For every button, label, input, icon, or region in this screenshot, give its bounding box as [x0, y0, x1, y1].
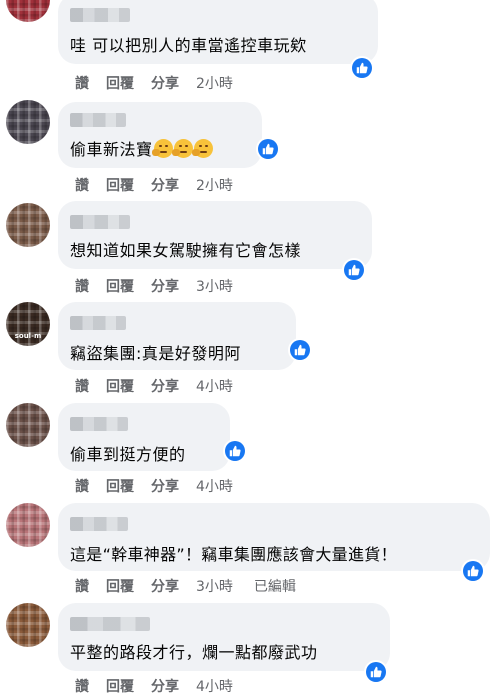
reply-link[interactable]: 回覆	[106, 73, 134, 93]
read-link[interactable]: 讚	[75, 376, 89, 396]
commenter-name[interactable]	[70, 8, 130, 22]
comment-text: 哇 可以把別人的車當遙控車玩欸	[70, 36, 307, 55]
avatar[interactable]	[6, 403, 50, 447]
commenter-name[interactable]	[70, 316, 126, 330]
comment-timestamp[interactable]: 2小時	[196, 175, 233, 195]
thumbs-up-icon	[352, 58, 372, 78]
thumbs-up-icon	[366, 662, 386, 682]
commenter-name[interactable]	[70, 215, 130, 229]
avatar-label: soul-m	[14, 332, 42, 340]
reply-link[interactable]: 回覆	[106, 576, 134, 596]
read-link[interactable]: 讚	[75, 276, 89, 296]
reply-link[interactable]: 回覆	[106, 476, 134, 496]
comment-text: 偷車新法寶	[70, 136, 213, 160]
like-reaction-badge[interactable]	[256, 137, 280, 161]
like-reaction-badge[interactable]	[364, 660, 388, 684]
share-link[interactable]: 分享	[151, 576, 179, 596]
thumbs-up-icon	[290, 340, 310, 360]
read-link[interactable]: 讚	[75, 73, 89, 93]
comment-actions: 讚回覆 分享 3小時	[75, 276, 250, 296]
read-link[interactable]: 讚	[75, 576, 89, 596]
comment-actions: 讚回覆 分享 4小時	[75, 376, 250, 396]
thumbs-up-icon	[225, 441, 245, 461]
read-link[interactable]: 讚	[75, 676, 89, 696]
thinking-face-icon	[191, 139, 213, 158]
comment-actions: 讚回覆 分享 2小時	[75, 73, 250, 93]
share-link[interactable]: 分享	[151, 676, 179, 696]
comment-timestamp[interactable]: 3小時	[196, 276, 233, 296]
like-reaction-badge[interactable]	[223, 439, 247, 463]
comment-actions: 讚回覆 分享 2小時	[75, 175, 250, 195]
thinking-face-icon	[151, 139, 173, 158]
avatar[interactable]: soul-m	[6, 302, 50, 346]
comment-bubble: 平整的路段才行，爛一點都廢武功	[58, 603, 390, 671]
read-link[interactable]: 讚	[75, 476, 89, 496]
like-reaction-badge[interactable]	[342, 258, 366, 282]
reply-link[interactable]: 回覆	[106, 376, 134, 396]
comment-timestamp[interactable]: 4小時	[196, 676, 233, 696]
avatar[interactable]	[6, 0, 50, 22]
reply-link[interactable]: 回覆	[106, 276, 134, 296]
share-link[interactable]: 分享	[151, 175, 179, 195]
comment-timestamp[interactable]: 2小時	[196, 73, 233, 93]
comment-bubble: 偷車新法寶	[58, 102, 262, 168]
comment-text: 竊盜集團:真是好發明阿	[70, 344, 241, 363]
like-reaction-badge[interactable]	[350, 56, 374, 80]
thinking-face-icon	[171, 139, 193, 158]
comment-bubble: 哇 可以把別人的車當遙控車玩欸	[58, 0, 378, 64]
commenter-name[interactable]	[70, 113, 126, 127]
comment-actions: 讚回覆 分享 4小時	[75, 676, 250, 696]
share-link[interactable]: 分享	[151, 476, 179, 496]
comment-timestamp[interactable]: 4小時	[196, 376, 233, 396]
comment-text: 偷車到挺方便的	[70, 445, 186, 464]
reply-link[interactable]: 回覆	[106, 175, 134, 195]
comment-timestamp[interactable]: 3小時	[196, 576, 233, 596]
comment-text: 想知道如果女駕駛擁有它會怎樣	[70, 241, 302, 260]
read-link[interactable]: 讚	[75, 175, 89, 195]
comment-bubble: 想知道如果女駕駛擁有它會怎樣	[58, 201, 372, 269]
comment-text-label: 偷車新法寶	[70, 140, 153, 159]
comment-text: 這是“幹車神器”！竊車集團應該會大量進貨！	[70, 545, 397, 564]
commenter-name[interactable]	[70, 517, 128, 531]
comment-bubble: 這是“幹車神器”！竊車集團應該會大量進貨！	[58, 503, 490, 571]
commenter-name[interactable]	[70, 417, 128, 431]
thumbs-up-icon	[463, 561, 483, 581]
comment-bubble: 偷車到挺方便的	[58, 403, 230, 471]
avatar[interactable]	[6, 503, 50, 547]
avatar[interactable]	[6, 603, 50, 647]
commenter-name[interactable]	[70, 617, 150, 631]
edited-label[interactable]: 已編輯	[254, 576, 296, 596]
share-link[interactable]: 分享	[151, 73, 179, 93]
comment-actions: 讚回覆 分享 4小時	[75, 476, 250, 496]
like-reaction-badge[interactable]	[288, 338, 312, 362]
share-link[interactable]: 分享	[151, 376, 179, 396]
thumbs-up-icon	[344, 260, 364, 280]
share-link[interactable]: 分享	[151, 276, 179, 296]
avatar[interactable]	[6, 100, 50, 144]
comment-actions: 讚回覆 分享 3小時 已編輯	[75, 576, 313, 596]
reply-link[interactable]: 回覆	[106, 676, 134, 696]
like-reaction-badge[interactable]	[461, 559, 485, 583]
avatar[interactable]	[6, 203, 50, 247]
comment-timestamp[interactable]: 4小時	[196, 476, 233, 496]
comment-text: 平整的路段才行，爛一點都廢武功	[70, 643, 318, 662]
thumbs-up-icon	[258, 139, 278, 159]
comment-bubble: 竊盜集團:真是好發明阿	[58, 302, 296, 370]
